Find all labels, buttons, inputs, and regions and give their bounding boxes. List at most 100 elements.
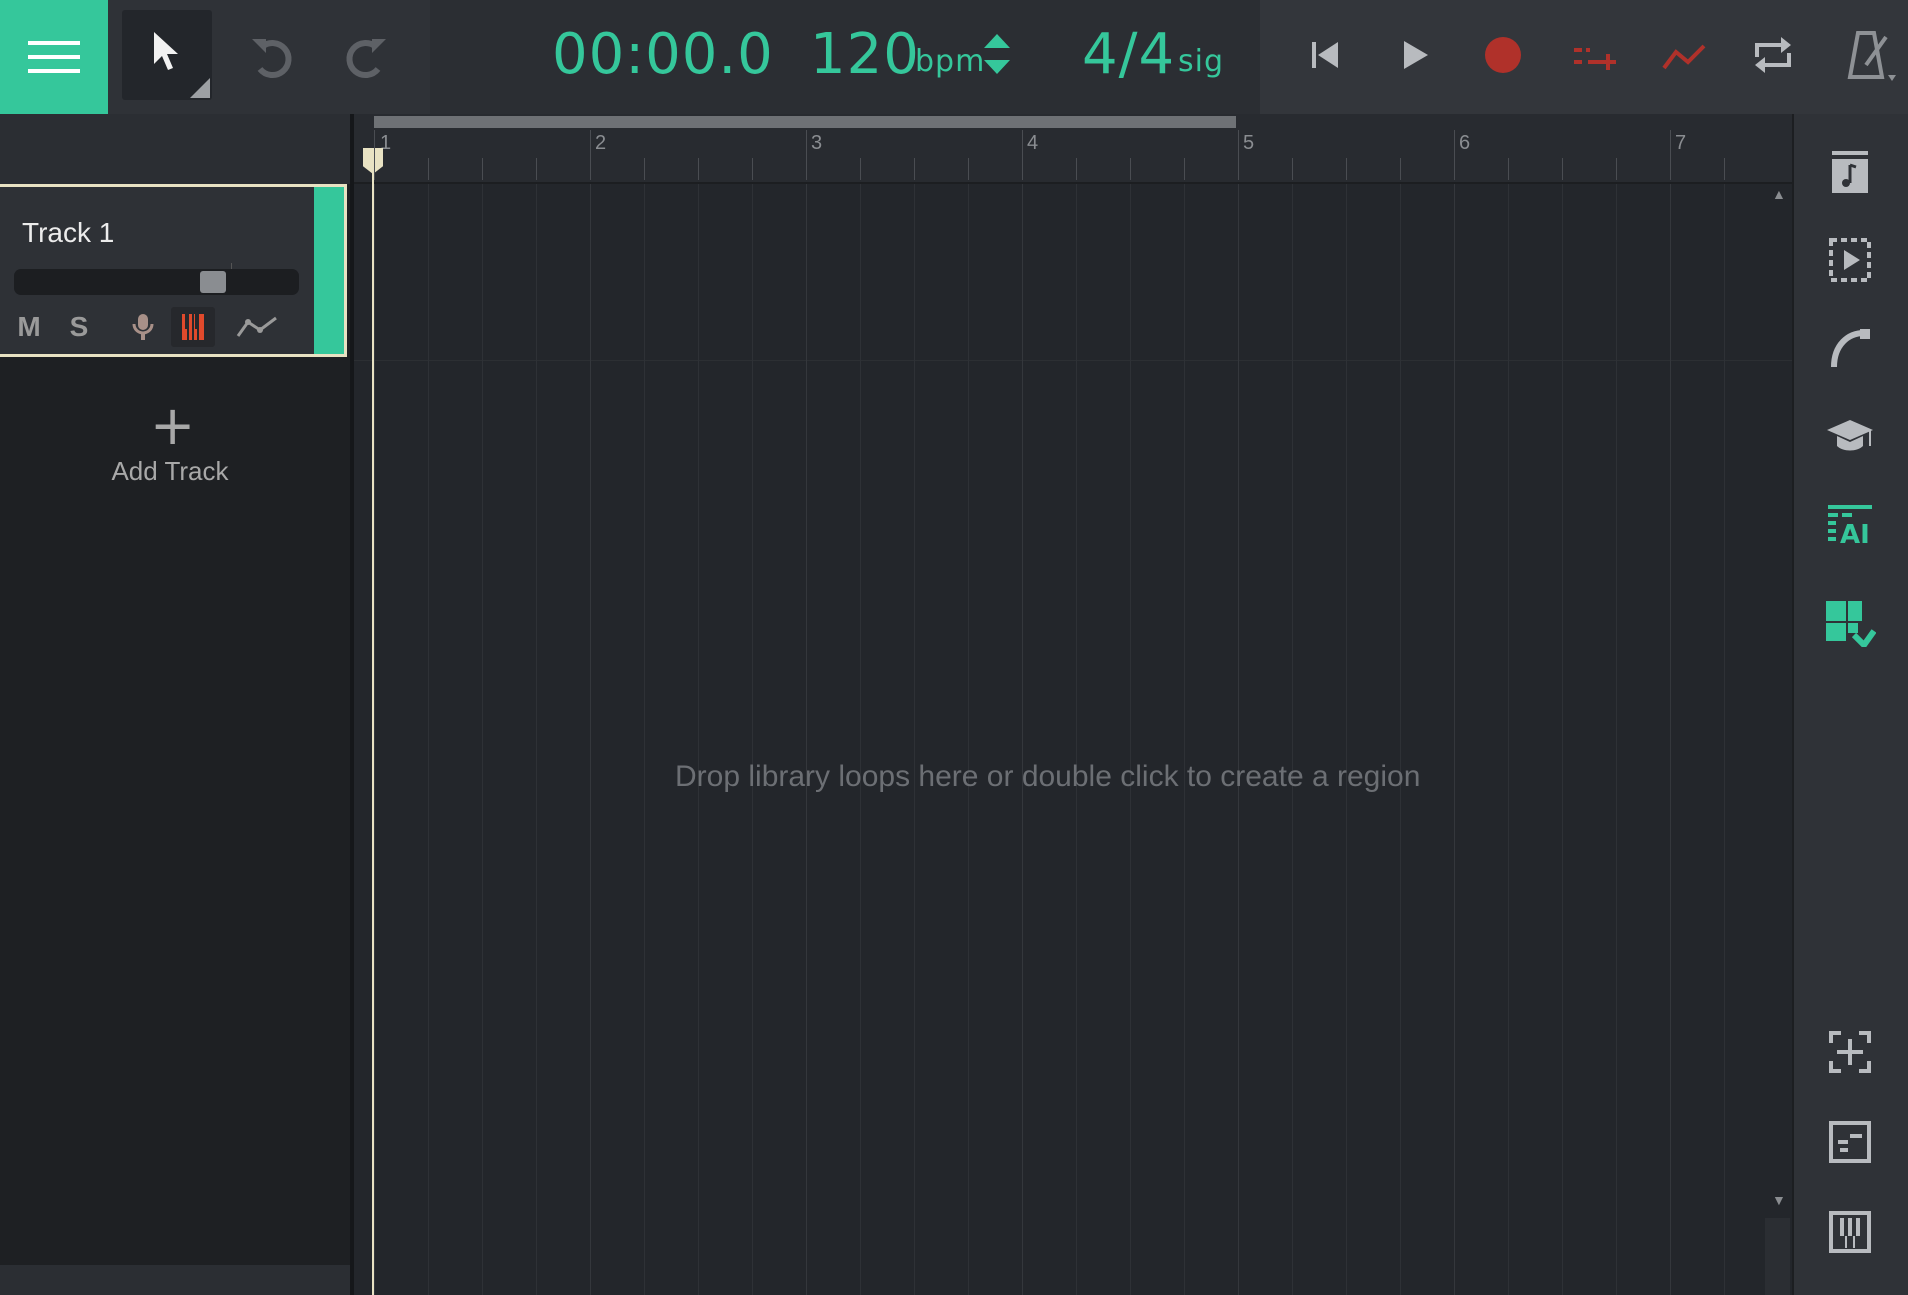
mute-button[interactable]: M (14, 307, 44, 347)
bar-tick (1670, 130, 1671, 180)
skip-to-start-icon (1312, 42, 1338, 68)
time-display[interactable]: 00:00.0 (552, 22, 774, 87)
record-arm-button[interactable] (126, 307, 160, 347)
up-down-arrows-icon (984, 34, 1010, 74)
automation-icon (1662, 44, 1706, 70)
snap-button[interactable] (1818, 1022, 1882, 1082)
video-button[interactable] (1818, 230, 1882, 290)
track-color-strip (314, 187, 344, 354)
beat-tick (860, 158, 861, 180)
track-name[interactable]: Track 1 (22, 217, 114, 249)
volume-slider-thumb[interactable] (200, 271, 226, 293)
bar-tick (1454, 130, 1455, 180)
beat-tick (698, 158, 699, 180)
plugins-button[interactable] (1818, 592, 1882, 652)
ai-icon: AI (1828, 505, 1872, 547)
time-signature-value[interactable]: 4/4 (1082, 22, 1175, 87)
skip-to-start-button[interactable] (1302, 32, 1348, 78)
beat-gridline (1130, 184, 1131, 1295)
automation-icon (236, 316, 277, 337)
track-row-separator (354, 360, 1792, 361)
microphone-icon (132, 314, 154, 340)
beat-gridline (644, 184, 645, 1295)
beat-tick (1346, 158, 1347, 180)
count-in-button[interactable] (1570, 34, 1620, 80)
bar-gridline (374, 184, 375, 1295)
timeline-grid[interactable] (354, 184, 1792, 1295)
add-track-button[interactable]: + Add Track (60, 394, 280, 504)
beat-gridline (1076, 184, 1077, 1295)
bpm-value[interactable]: 120 (810, 22, 920, 87)
sound-library-icon (1832, 151, 1868, 193)
beat-tick (1724, 158, 1725, 180)
bar-gridline (1022, 184, 1023, 1295)
bar-number: 6 (1459, 132, 1471, 154)
bar-gridline (1238, 184, 1239, 1295)
bpm-unit: bpm (915, 44, 986, 79)
ai-assistant-button[interactable]: AI (1818, 494, 1882, 554)
loop-region-bar[interactable] (374, 116, 1236, 128)
sound-library-button[interactable] (1818, 142, 1882, 202)
record-button[interactable] (1480, 32, 1526, 78)
metronome-button[interactable] (1836, 26, 1906, 86)
beat-tick (1508, 158, 1509, 180)
automation-button[interactable] (1660, 34, 1708, 80)
undo-icon (252, 39, 292, 79)
beat-gridline (536, 184, 537, 1295)
scroll-up-arrow[interactable]: ▲ (1772, 186, 1786, 202)
beat-gridline (698, 184, 699, 1295)
beat-tick (536, 158, 537, 180)
beat-gridline (1616, 184, 1617, 1295)
loop-icon (1755, 37, 1791, 73)
instrument-button[interactable] (171, 307, 215, 347)
track-header[interactable]: Track 1 M S (0, 184, 347, 357)
beat-tick (482, 158, 483, 180)
svg-text:AI: AI (1840, 520, 1870, 547)
beat-tick (968, 158, 969, 180)
editor-icon (1829, 1121, 1871, 1163)
beat-tick (1292, 158, 1293, 180)
scroll-down-arrow[interactable]: ▼ (1772, 1192, 1786, 1208)
bar-tick (374, 130, 375, 180)
beat-gridline (1562, 184, 1563, 1295)
beat-gridline (860, 184, 861, 1295)
pointer-tool-button[interactable] (122, 10, 212, 100)
plugins-icon (1826, 601, 1876, 647)
solo-button[interactable]: S (64, 307, 94, 347)
beat-gridline (1346, 184, 1347, 1295)
record-icon (1485, 37, 1521, 73)
tempo-stepper[interactable] (980, 28, 1014, 80)
undo-button[interactable] (246, 30, 300, 84)
loop-button[interactable] (1748, 30, 1798, 80)
fx-button[interactable] (1818, 318, 1882, 378)
track-panel-header (0, 114, 350, 184)
keyboard-icon (1829, 1211, 1871, 1253)
beat-gridline (752, 184, 753, 1295)
snap-icon (1829, 1031, 1871, 1073)
bar-gridline (590, 184, 591, 1295)
learn-icon (1827, 420, 1873, 451)
main-menu-button[interactable] (0, 0, 108, 114)
track-automation-button[interactable] (234, 307, 280, 347)
learn-button[interactable] (1818, 406, 1882, 466)
track-volume-slider[interactable] (14, 263, 299, 295)
beat-gridline (1292, 184, 1293, 1295)
editor-button[interactable] (1818, 1112, 1882, 1172)
fx-icon (1831, 329, 1870, 368)
tool-menu-corner (190, 78, 210, 98)
bar-gridline (1670, 184, 1671, 1295)
bar-tick (1238, 130, 1239, 180)
drop-hint-text: Drop library loops here or double click … (675, 760, 1421, 793)
beat-tick (914, 158, 915, 180)
hamburger-menu-icon (28, 41, 80, 73)
beat-tick (1400, 158, 1401, 180)
bar-number: 4 (1027, 132, 1039, 154)
redo-button[interactable] (338, 30, 392, 84)
add-track-label: Add Track (111, 456, 229, 486)
bar-tick (590, 130, 591, 180)
time-signature-unit: sig (1178, 44, 1225, 79)
keyboard-button[interactable] (1818, 1202, 1882, 1262)
play-button[interactable] (1392, 32, 1438, 78)
scrollbar-thumb[interactable] (1765, 1218, 1790, 1295)
beat-gridline (968, 184, 969, 1295)
